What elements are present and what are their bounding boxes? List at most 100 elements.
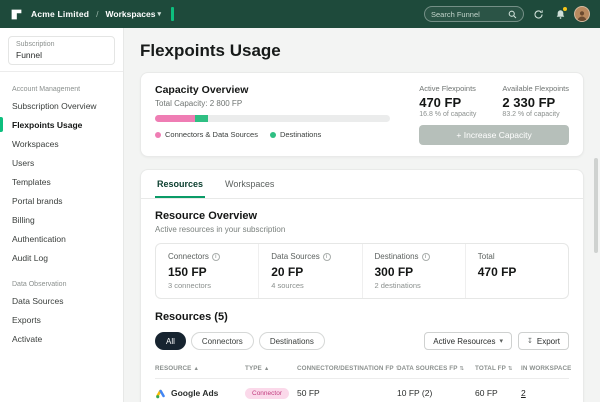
sidebar: Subscription Funnel Account Management S… (0, 28, 124, 402)
filter-chip-connectors[interactable]: Connectors (190, 332, 254, 350)
stat-connectors: Connectors i 150 FP 3 connectors (156, 244, 258, 298)
column-label: Total FP (475, 365, 506, 372)
column-header-total-fp[interactable]: Total FP ⇅ (475, 359, 521, 378)
stat-subtext: 4 sources (271, 281, 304, 290)
column-label: In Workspaces (521, 365, 571, 372)
info-icon[interactable]: i (421, 252, 430, 261)
sidebar-item-audit-log[interactable]: Audit Log (0, 248, 123, 267)
capacity-progress-bar (155, 115, 390, 122)
sidebar-item-subscription-overview[interactable]: Subscription Overview (0, 96, 123, 115)
toolbar-actions: Active Resources ▾ ↧ Export (424, 332, 569, 350)
column-header-type[interactable]: Type ▲ (245, 359, 297, 378)
column-header-resource[interactable]: Resource ▲ (155, 359, 245, 378)
resources-toolbar: All Connectors Destinations Active Resou… (155, 332, 569, 350)
sidebar-item-exports[interactable]: Exports (0, 310, 123, 329)
search-box[interactable] (424, 6, 524, 22)
column-header-connector-destination-fp[interactable]: Connector/Destination FP ⇅ (297, 359, 397, 378)
resource-overview-subtitle: Active resources in your subscription (155, 225, 286, 234)
sidebar-item-users[interactable]: Users (0, 153, 123, 172)
connector-fp-cell: 50 FP (297, 388, 320, 398)
export-button[interactable]: ↧ Export (518, 332, 569, 350)
workspace-selector[interactable]: Workspaces ▾ (106, 9, 161, 19)
resources-card: Resources Workspaces Resource Overview A… (140, 169, 584, 402)
column-header-in-workspaces[interactable]: In Workspaces ⇅ (521, 359, 571, 378)
stat-value: 470 FP (419, 95, 462, 110)
legend-label: Connectors & Data Sources (165, 130, 258, 139)
workspace-selector-label: Workspaces (105, 9, 156, 19)
sidebar-item-data-sources[interactable]: Data Sources (0, 291, 123, 310)
stat-destinations: Destinations i 300 FP 2 destinations (361, 244, 465, 298)
resources-body: Resource Overview Active resources in yo… (141, 199, 583, 402)
sidebar-item-templates[interactable]: Templates (0, 172, 123, 191)
workspaces-count-link[interactable]: 2 (521, 388, 526, 398)
sidebar-item-activate[interactable]: Activate (0, 329, 123, 348)
tab-workspaces[interactable]: Workspaces (223, 170, 276, 198)
subscription-name: Funnel (16, 50, 42, 60)
info-icon[interactable]: i (211, 252, 220, 261)
stat-label: Connectors (168, 252, 209, 261)
column-label: Data Sources FP (397, 365, 458, 372)
stat-value: 20 FP (271, 265, 304, 279)
subscription-selector[interactable]: Subscription Funnel (8, 36, 115, 65)
search-input[interactable] (431, 9, 504, 19)
chevron-down-icon: ▾ (157, 11, 161, 18)
scrollbar-thumb[interactable] (594, 158, 598, 253)
plus-icon: + (456, 130, 462, 140)
sidebar-item-portal-brands[interactable]: Portal brands (0, 191, 123, 210)
stat-data-sources: Data Sources i 20 FP 4 sources (258, 244, 361, 298)
avatar[interactable] (574, 6, 590, 22)
legend-dot-green (269, 131, 276, 138)
main-content: Flexpoints Usage Capacity Overview Total… (124, 28, 600, 402)
table-row[interactable]: Google Ads Connector 50 FP 10 FP (2) 60 … (155, 379, 569, 402)
active-resources-dropdown[interactable]: Active Resources ▾ (424, 332, 512, 350)
sidebar-section-data-observation: Data Observation (12, 281, 67, 288)
total-fp-cell: 60 FP (475, 388, 498, 398)
sidebar-section-account-management: Account Management (12, 86, 81, 93)
type-cell: Connector (245, 379, 297, 402)
topbar: Acme Limited / Workspaces ▾ (0, 0, 600, 28)
notifications-icon[interactable] (552, 6, 568, 22)
legend-connectors-data-sources: Connectors & Data Sources (155, 130, 258, 139)
column-header-data-sources-fp[interactable]: Data Sources FP ⇅ (397, 359, 475, 378)
in-workspaces-cell: 2 (521, 380, 571, 402)
sidebar-item-flexpoints-usage[interactable]: Flexpoints Usage (0, 115, 123, 134)
filter-chip-destinations[interactable]: Destinations (258, 332, 325, 350)
accent-bar (170, 7, 174, 21)
resource-cell: Google Ads (155, 380, 245, 402)
stat-subtext: 3 connectors (168, 281, 211, 290)
refresh-icon[interactable] (530, 6, 546, 22)
tab-resources[interactable]: Resources (155, 170, 206, 198)
google-ads-icon (156, 389, 165, 398)
breadcrumb-separator: / (96, 9, 99, 19)
search-icon[interactable] (508, 10, 517, 19)
stat-label: Active Flexpoints (419, 84, 476, 93)
increase-capacity-button[interactable]: + Increase Capacity (419, 125, 569, 145)
column-label: Resource (155, 365, 192, 372)
info-icon[interactable]: i (322, 252, 331, 261)
sidebar-item-workspaces[interactable]: Workspaces (0, 134, 123, 153)
funnel-logo-icon[interactable] (10, 8, 23, 21)
sort-icon: ⇅ (459, 365, 465, 372)
stat-label: Total (477, 252, 495, 261)
sidebar-divider (0, 71, 123, 72)
stat-subtext: 83.2 % of capacity (502, 111, 560, 118)
column-label: Connector/Destination FP (297, 365, 394, 372)
capacity-stats: Active Flexpoints 470 FP 16.8 % of capac… (419, 84, 569, 118)
capacity-legend: Connectors & Data Sources Destinations (155, 130, 390, 139)
resource-name: Google Ads (171, 388, 219, 398)
stat-value: 2 330 FP (502, 95, 556, 110)
legend-label: Destinations (279, 130, 322, 139)
export-label: Export (536, 336, 560, 346)
page-title: Flexpoints Usage (140, 41, 281, 60)
capacity-right: Active Flexpoints 470 FP 16.8 % of capac… (419, 84, 569, 145)
sidebar-item-authentication[interactable]: Authentication (0, 229, 123, 248)
sort-icon: ⇅ (507, 365, 513, 372)
data-sources-fp-cell: 10 FP (2) (397, 388, 433, 398)
legend-dot-pink (155, 131, 161, 138)
stat-value: 300 FP (374, 265, 414, 279)
filter-chip-all[interactable]: All (155, 332, 186, 350)
table-body: Google Ads Connector 50 FP 10 FP (2) 60 … (155, 379, 569, 402)
org-name[interactable]: Acme Limited (31, 9, 89, 19)
capacity-overview-card: Capacity Overview Total Capacity: 2 800 … (140, 72, 584, 157)
sidebar-item-billing[interactable]: Billing (0, 210, 123, 229)
